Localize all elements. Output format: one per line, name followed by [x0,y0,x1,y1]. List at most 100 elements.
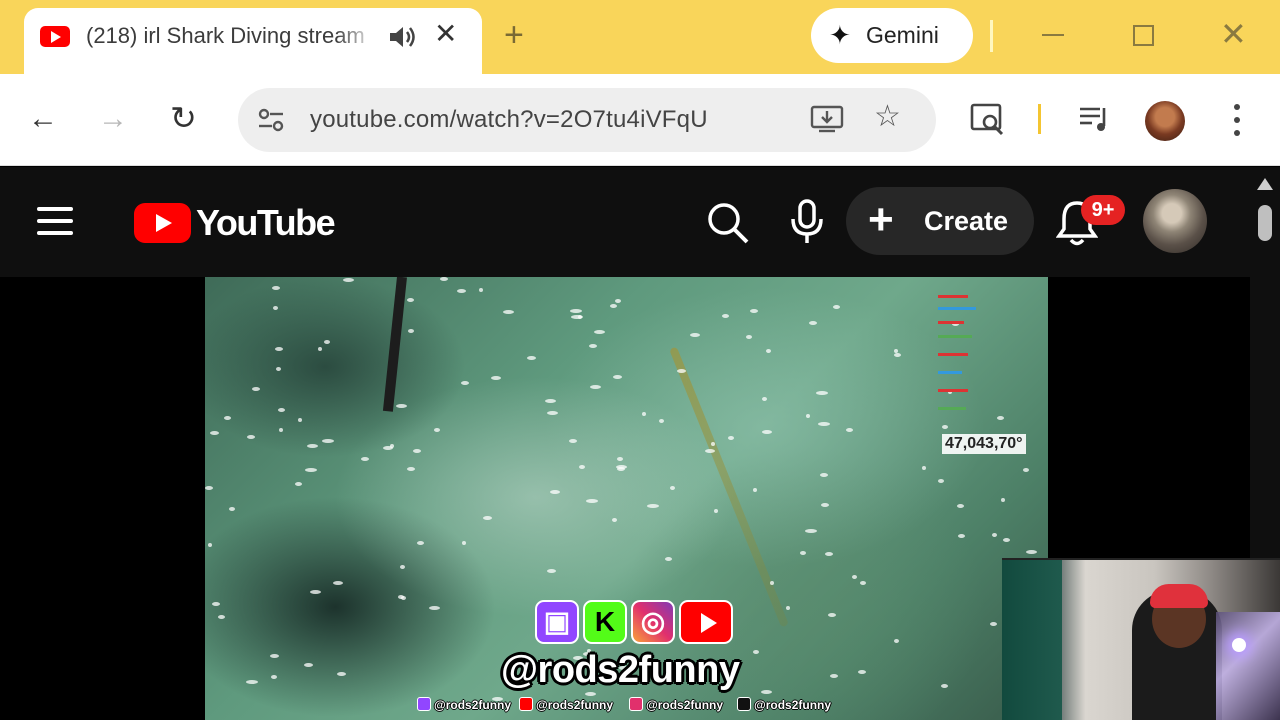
water-glint [337,672,346,676]
address-bar[interactable]: youtube.com/watch?v=2O7tu4iVFqU ☆ [238,88,936,152]
water-glint [324,340,330,344]
water-glint [997,416,1004,420]
water-glint [1023,468,1029,472]
water-glint [659,419,664,423]
scroll-up-arrow-icon[interactable] [1257,178,1273,190]
browser-menu-icon[interactable] [1234,104,1240,138]
water-glint [610,304,617,308]
tiktok-icon [737,697,751,711]
youtube-logo-icon[interactable] [134,203,191,243]
new-tab-plus-icon[interactable]: + [504,18,524,52]
water-glint [617,457,623,461]
water-glint [833,305,840,309]
browser-toolbar: ← → ↻ youtube.com/watch?v=2O7tu4iVFqU ☆ [0,74,1280,166]
tab-close-icon[interactable]: ✕ [434,20,457,48]
reload-icon[interactable]: ↻ [170,102,197,134]
water-glint [786,606,790,610]
hamburger-menu-icon[interactable] [37,207,73,237]
microphone-icon[interactable] [790,199,824,245]
water-glint [670,486,675,490]
water-glint [728,436,734,440]
gemini-label: Gemini [866,22,939,48]
water-glint [212,602,220,606]
youtube-favicon-icon [40,26,70,47]
water-glint [1003,538,1010,542]
speaker-icon[interactable] [388,24,416,50]
water-glint [304,663,313,667]
youtube-logo-text[interactable]: YouTube [196,202,336,244]
gemini-button[interactable]: ✦ Gemini [811,8,973,63]
video-player[interactable]: 47,043,70° ▣ K ◎ @rods2funny @rods2funny… [205,277,1048,720]
maximize-icon[interactable] [1133,25,1154,46]
install-app-icon[interactable] [810,104,844,134]
tab-strip-divider [990,20,993,52]
water-glint [828,613,836,617]
water-glint [665,557,672,561]
water-glint [820,473,828,477]
water-glint [805,529,817,533]
water-glint [270,654,279,658]
water-glint [753,488,757,492]
bookmark-star-icon[interactable]: ☆ [874,102,901,132]
stream-overlay-graph [938,287,988,422]
water-glint [570,309,582,313]
water-glint [569,439,577,443]
google-lens-icon[interactable] [970,102,1006,136]
water-glint [333,581,343,585]
water-glint [547,411,558,415]
water-glint [613,375,622,379]
webcam-light [1232,638,1246,652]
url-text[interactable]: youtube.com/watch?v=2O7tu4iVFqU [310,106,708,134]
water-glint [990,622,997,626]
water-glint [1026,550,1037,554]
browser-profile-avatar[interactable] [1145,101,1185,141]
media-control-icon[interactable] [1078,104,1112,134]
water-glint [275,347,283,351]
water-glint [298,418,302,422]
water-glint [711,442,715,446]
water-glint [852,575,857,579]
water-glint [690,333,700,337]
minimize-icon[interactable] [1042,34,1064,36]
water-glint [205,486,213,490]
water-glint [229,507,235,511]
water-glint [503,310,514,314]
water-glint [766,349,771,353]
water-glint [642,412,646,416]
forward-arrow-icon[interactable]: → [98,104,128,134]
back-arrow-icon[interactable]: ← [28,104,58,134]
handle-strip-text: @rods2funny [434,698,512,712]
toolbar-divider [1038,104,1041,134]
tab-title: (218) irl Shark Diving stream [86,23,376,49]
water-glint [462,541,466,545]
water-glint [307,444,318,448]
water-glint [941,684,948,688]
tab-strip: (218) irl Shark Diving stream ✕ + ✦ Gemi… [0,0,1280,74]
plus-icon: + [868,195,894,244]
water-glint [579,465,585,469]
youtube-account-avatar[interactable] [1143,189,1207,253]
site-info-icon[interactable] [258,108,284,132]
water-glint [305,468,317,472]
create-button[interactable]: + Create [846,187,1034,255]
search-icon[interactable] [706,201,750,245]
social-handle: @rods2funny [501,649,740,691]
water-glint [318,347,322,351]
water-glint [276,367,281,371]
scrollbar-thumb[interactable] [1258,205,1272,241]
water-glint [942,425,948,429]
water-glint [361,457,369,461]
water-glint [647,504,659,508]
water-glint [830,674,838,678]
water-glint [846,428,853,432]
water-glint [762,397,767,401]
water-glint [390,444,394,448]
active-tab[interactable]: (218) irl Shark Diving stream ✕ [24,8,482,74]
water-glint [586,499,598,503]
water-glint [483,516,492,520]
water-glint [407,298,414,302]
water-glint [612,518,617,522]
water-glint [417,541,424,545]
window-close-icon[interactable]: ✕ [1220,18,1247,50]
streamer-webcam [1002,558,1280,720]
